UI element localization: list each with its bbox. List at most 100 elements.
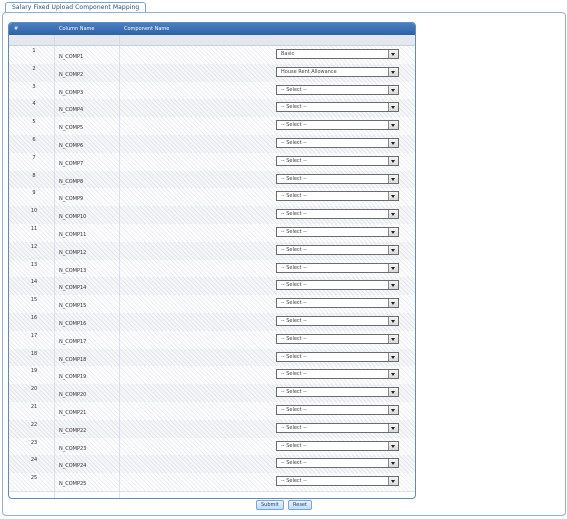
row-number: 8 [32, 172, 36, 179]
chevron-down-icon[interactable] [388, 50, 398, 58]
chevron-down-icon[interactable] [388, 210, 398, 219]
table-row: 6 N_COMP6 -- Select -- [9, 135, 415, 154]
chevron-down-icon[interactable] [388, 317, 398, 325]
component-select[interactable]: -- Select -- [276, 227, 399, 237]
chevron-down-icon[interactable] [388, 156, 398, 165]
row-number: 25 [30, 475, 38, 482]
component-select[interactable]: -- Select -- [276, 280, 399, 291]
column-name: N_COMP15 [59, 303, 87, 310]
chevron-down-icon[interactable] [388, 281, 398, 290]
chevron-down-icon[interactable] [388, 139, 398, 147]
header-column-name: Column Name [59, 26, 95, 32]
chevron-down-icon[interactable] [388, 67, 398, 76]
chevron-down-icon[interactable] [388, 103, 398, 112]
column-name: N_COMP23 [59, 445, 87, 452]
component-select[interactable]: -- Select -- [276, 369, 399, 380]
component-select[interactable]: -- Select -- [276, 173, 399, 184]
table-filter-row [9, 35, 415, 46]
component-select[interactable]: -- Select -- [276, 405, 399, 415]
component-select[interactable]: -- Select -- [276, 440, 399, 451]
component-select-value: -- Select -- [281, 175, 307, 182]
component-select-value: -- Select -- [281, 353, 307, 360]
component-select[interactable]: -- Select -- [276, 476, 399, 487]
component-select-value: -- Select -- [281, 104, 307, 111]
row-number: 22 [30, 421, 38, 428]
row-number: 9 [32, 190, 36, 197]
component-select[interactable]: -- Select -- [276, 298, 399, 309]
chevron-down-icon[interactable] [388, 245, 398, 254]
reset-button[interactable]: Reset [288, 500, 312, 510]
chevron-down-icon[interactable] [388, 299, 398, 308]
table-row: 11 N_COMP11 -- Select -- [9, 224, 415, 243]
component-select-value: -- Select -- [281, 300, 307, 307]
column-name: N_COMP10 [59, 214, 87, 221]
column-name: N_COMP14 [59, 285, 87, 292]
component-select[interactable]: -- Select -- [276, 191, 399, 202]
chevron-down-icon[interactable] [388, 423, 398, 432]
table-row: 19 N_COMP19 -- Select -- [9, 366, 415, 386]
column-name: N_COMP9 [59, 196, 84, 203]
column-name: N_COMP18 [59, 356, 87, 363]
component-select[interactable]: House Rent Allowance [276, 66, 399, 77]
column-name: N_COMP22 [59, 427, 87, 434]
component-select[interactable]: -- Select -- [276, 244, 399, 255]
row-number: 24 [30, 457, 38, 464]
component-select[interactable]: Basic [276, 49, 399, 59]
column-name: N_COMP5 [59, 125, 84, 132]
chevron-down-icon[interactable] [388, 370, 398, 379]
component-select-value: -- Select -- [281, 407, 307, 413]
submit-button[interactable]: Submit [256, 500, 284, 510]
chevron-down-icon[interactable] [388, 192, 398, 201]
chevron-down-icon[interactable] [388, 85, 398, 94]
component-select-value: -- Select -- [281, 371, 307, 378]
chevron-down-icon[interactable] [388, 334, 398, 343]
column-name: N_COMP2 [59, 71, 84, 78]
component-select-value: -- Select -- [281, 460, 307, 467]
component-select-value: -- Select -- [281, 264, 307, 271]
table-row: 14 N_COMP14 -- Select -- [9, 277, 415, 297]
row-number: 20 [30, 386, 38, 393]
chevron-down-icon[interactable] [388, 477, 398, 486]
chevron-down-icon[interactable] [388, 352, 398, 361]
chevron-down-icon[interactable] [388, 388, 398, 397]
table-row: 8 N_COMP8 -- Select -- [9, 170, 415, 190]
chevron-down-icon[interactable] [388, 228, 398, 236]
column-name: N_COMP6 [59, 143, 84, 149]
component-select[interactable]: -- Select -- [276, 351, 399, 362]
component-select-value: Basic [281, 51, 295, 57]
component-select[interactable]: -- Select -- [276, 387, 399, 398]
column-name: N_COMP16 [59, 321, 87, 327]
component-select-value: -- Select -- [281, 211, 307, 218]
component-select-value: -- Select -- [281, 389, 307, 396]
component-select[interactable]: -- Select -- [276, 262, 399, 273]
chevron-down-icon[interactable] [388, 441, 398, 450]
component-select-value: -- Select -- [281, 478, 307, 485]
chevron-down-icon[interactable] [388, 406, 398, 414]
component-select[interactable]: -- Select -- [276, 316, 399, 326]
component-select[interactable]: -- Select -- [276, 84, 399, 95]
component-select[interactable]: -- Select -- [276, 138, 399, 148]
component-select[interactable]: -- Select -- [276, 422, 399, 433]
chevron-down-icon[interactable] [388, 459, 398, 468]
component-select[interactable]: -- Select -- [276, 155, 399, 166]
chevron-down-icon[interactable] [388, 121, 398, 130]
column-divider [54, 35, 55, 498]
component-select[interactable]: -- Select -- [276, 458, 399, 469]
chevron-down-icon[interactable] [388, 174, 398, 183]
column-divider [119, 35, 120, 498]
row-number: 17 [30, 332, 38, 339]
component-select-value: -- Select -- [281, 157, 307, 164]
table-row: 23 N_COMP23 -- Select -- [9, 437, 415, 457]
header-num: # [14, 26, 19, 32]
component-select-value: -- Select -- [281, 246, 307, 253]
component-select[interactable]: -- Select -- [276, 102, 399, 113]
component-select[interactable]: -- Select -- [276, 120, 399, 131]
table-row: 21 N_COMP21 -- Select -- [9, 402, 415, 421]
row-number: 10 [30, 208, 38, 215]
table-row: 16 N_COMP16 -- Select -- [9, 313, 415, 332]
component-select-value: House Rent Allowance [281, 68, 337, 75]
component-select[interactable]: -- Select -- [276, 209, 399, 220]
chevron-down-icon[interactable] [388, 263, 398, 272]
row-number: 6 [32, 137, 36, 143]
component-select[interactable]: -- Select -- [276, 333, 399, 344]
